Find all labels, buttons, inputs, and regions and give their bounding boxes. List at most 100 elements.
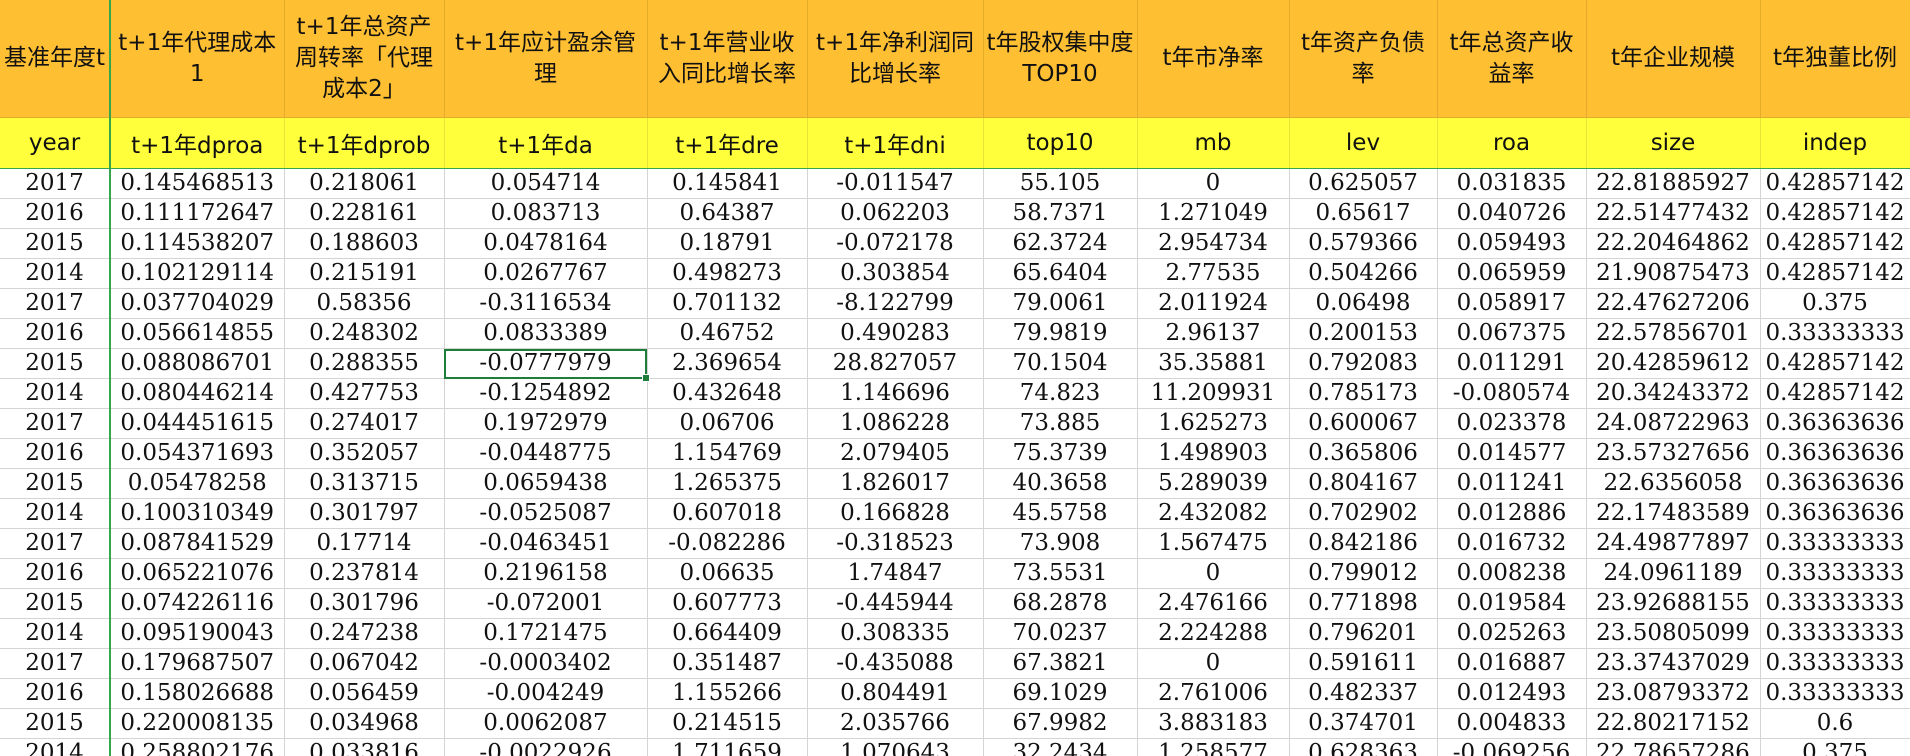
table-cell[interactable]: 23.92688155 bbox=[1586, 588, 1761, 619]
header-cell[interactable]: t+1年总资产周转率「代理成本2」 bbox=[284, 0, 445, 118]
table-cell[interactable]: -0.445944 bbox=[807, 588, 984, 619]
table-cell[interactable]: 22.20464862 bbox=[1586, 228, 1761, 259]
spreadsheet-grid[interactable]: 基准年度t t+1年代理成本1 t+1年总资产周转率「代理成本2」 t+1年应计… bbox=[0, 0, 1910, 756]
table-cell[interactable]: 0.64387 bbox=[647, 198, 808, 229]
table-cell[interactable]: 2017 bbox=[0, 168, 111, 199]
table-cell[interactable]: 0.023378 bbox=[1437, 408, 1587, 439]
table-cell[interactable]: 0.05478258 bbox=[110, 468, 285, 499]
table-cell[interactable]: 0.1721475 bbox=[444, 618, 648, 649]
table-cell[interactable]: 79.9819 bbox=[983, 318, 1138, 349]
table-cell[interactable]: 70.0237 bbox=[983, 618, 1138, 649]
table-cell[interactable]: 0.308335 bbox=[807, 618, 984, 649]
table-cell[interactable]: 0.490283 bbox=[807, 318, 984, 349]
table-cell[interactable]: 0.46752 bbox=[647, 318, 808, 349]
table-cell[interactable]: 0.056614855 bbox=[110, 318, 285, 349]
code-cell[interactable]: t+1年dproa bbox=[110, 117, 285, 169]
code-cell[interactable]: indep bbox=[1760, 117, 1910, 169]
table-cell[interactable]: 0.100310349 bbox=[110, 498, 285, 529]
table-cell[interactable]: -0.318523 bbox=[807, 528, 984, 559]
table-cell[interactable]: 0.087841529 bbox=[110, 528, 285, 559]
table-cell[interactable]: 0.056459 bbox=[284, 678, 445, 709]
table-cell[interactable]: 2017 bbox=[0, 648, 111, 679]
table-cell[interactable]: 2017 bbox=[0, 528, 111, 559]
table-cell[interactable]: 0.014577 bbox=[1437, 438, 1587, 469]
table-cell[interactable]: 23.50805099 bbox=[1586, 618, 1761, 649]
table-cell[interactable]: 0.313715 bbox=[284, 468, 445, 499]
table-cell[interactable]: 0.33333333 bbox=[1760, 558, 1910, 589]
table-cell[interactable]: 0.482337 bbox=[1289, 678, 1438, 709]
table-cell[interactable]: 0.044451615 bbox=[110, 408, 285, 439]
table-cell[interactable]: -0.011547 bbox=[807, 168, 984, 199]
table-cell[interactable]: 79.0061 bbox=[983, 288, 1138, 319]
table-cell[interactable]: 2.77535 bbox=[1137, 258, 1290, 289]
table-cell[interactable]: 0.114538207 bbox=[110, 228, 285, 259]
table-cell[interactable]: 1.74847 bbox=[807, 558, 984, 589]
table-cell[interactable]: 0.33333333 bbox=[1760, 588, 1910, 619]
table-cell[interactable]: 0 bbox=[1137, 558, 1290, 589]
table-cell[interactable]: 0.702902 bbox=[1289, 498, 1438, 529]
table-cell[interactable]: 0.796201 bbox=[1289, 618, 1438, 649]
table-cell[interactable]: 2.954734 bbox=[1137, 228, 1290, 259]
table-cell[interactable]: 0.258802176 bbox=[110, 738, 285, 756]
table-cell[interactable]: 0.06635 bbox=[647, 558, 808, 589]
table-cell[interactable]: 1.271049 bbox=[1137, 198, 1290, 229]
table-cell[interactable]: -0.0525087 bbox=[444, 498, 648, 529]
table-cell[interactable]: 0.166828 bbox=[807, 498, 984, 529]
table-cell[interactable]: 0.059493 bbox=[1437, 228, 1587, 259]
table-cell[interactable]: 0.0833389 bbox=[444, 318, 648, 349]
table-cell[interactable]: 0.034968 bbox=[284, 708, 445, 739]
table-cell[interactable]: 23.08793372 bbox=[1586, 678, 1761, 709]
table-cell[interactable]: 2017 bbox=[0, 408, 111, 439]
table-cell[interactable]: 68.2878 bbox=[983, 588, 1138, 619]
code-cell[interactable]: t+1年da bbox=[444, 117, 648, 169]
table-cell[interactable]: 0.102129114 bbox=[110, 258, 285, 289]
table-cell[interactable]: 2016 bbox=[0, 438, 111, 469]
table-cell[interactable]: 1.154769 bbox=[647, 438, 808, 469]
table-cell[interactable]: 0.365806 bbox=[1289, 438, 1438, 469]
table-cell[interactable]: 2.035766 bbox=[807, 708, 984, 739]
table-cell[interactable]: 1.625273 bbox=[1137, 408, 1290, 439]
table-cell[interactable]: -8.122799 bbox=[807, 288, 984, 319]
table-cell[interactable]: 0.42857142 bbox=[1760, 228, 1910, 259]
table-cell[interactable]: 2014 bbox=[0, 378, 111, 409]
table-cell[interactable]: 2016 bbox=[0, 318, 111, 349]
table-cell[interactable]: 0.2196158 bbox=[444, 558, 648, 589]
table-cell[interactable]: 0.432648 bbox=[647, 378, 808, 409]
table-cell[interactable]: 0.220008135 bbox=[110, 708, 285, 739]
table-cell[interactable]: 0.6 bbox=[1760, 708, 1910, 739]
table-cell[interactable]: 0.42857142 bbox=[1760, 198, 1910, 229]
header-cell[interactable]: t+1年净利润同比增长率 bbox=[807, 0, 984, 118]
header-cell[interactable]: 基准年度t bbox=[0, 0, 111, 118]
table-cell[interactable]: 0.33333333 bbox=[1760, 678, 1910, 709]
code-cell[interactable]: t+1年dni bbox=[807, 117, 984, 169]
table-cell[interactable]: 0.427753 bbox=[284, 378, 445, 409]
table-cell[interactable]: 74.823 bbox=[983, 378, 1138, 409]
table-cell[interactable]: 0.804167 bbox=[1289, 468, 1438, 499]
table-cell[interactable]: 0.701132 bbox=[647, 288, 808, 319]
code-cell[interactable]: mb bbox=[1137, 117, 1290, 169]
table-cell[interactable]: 0.58356 bbox=[284, 288, 445, 319]
table-cell[interactable]: -0.069256 bbox=[1437, 738, 1587, 756]
table-cell[interactable]: 2016 bbox=[0, 558, 111, 589]
table-cell[interactable]: 2014 bbox=[0, 738, 111, 756]
table-cell[interactable]: 0.792083 bbox=[1289, 348, 1438, 379]
table-cell[interactable]: 2016 bbox=[0, 198, 111, 229]
table-cell[interactable]: 0.799012 bbox=[1289, 558, 1438, 589]
table-cell[interactable]: 28.827057 bbox=[807, 348, 984, 379]
table-cell[interactable]: 0.33333333 bbox=[1760, 618, 1910, 649]
table-cell[interactable]: 2014 bbox=[0, 618, 111, 649]
table-cell[interactable]: 0.375 bbox=[1760, 288, 1910, 319]
table-cell[interactable]: 22.47627206 bbox=[1586, 288, 1761, 319]
table-cell[interactable]: 0.0659438 bbox=[444, 468, 648, 499]
table-cell[interactable]: -0.435088 bbox=[807, 648, 984, 679]
table-cell[interactable]: 0.1972979 bbox=[444, 408, 648, 439]
table-cell[interactable]: 0.36363636 bbox=[1760, 468, 1910, 499]
table-cell[interactable]: 0 bbox=[1137, 648, 1290, 679]
header-cell[interactable]: t年企业规模 bbox=[1586, 0, 1761, 118]
table-cell[interactable]: 2015 bbox=[0, 708, 111, 739]
header-cell[interactable]: t年资产负债率 bbox=[1289, 0, 1438, 118]
table-cell[interactable]: 0.200153 bbox=[1289, 318, 1438, 349]
header-cell[interactable]: t年市净率 bbox=[1137, 0, 1290, 118]
table-cell[interactable]: 0.36363636 bbox=[1760, 498, 1910, 529]
table-cell[interactable]: 1.155266 bbox=[647, 678, 808, 709]
